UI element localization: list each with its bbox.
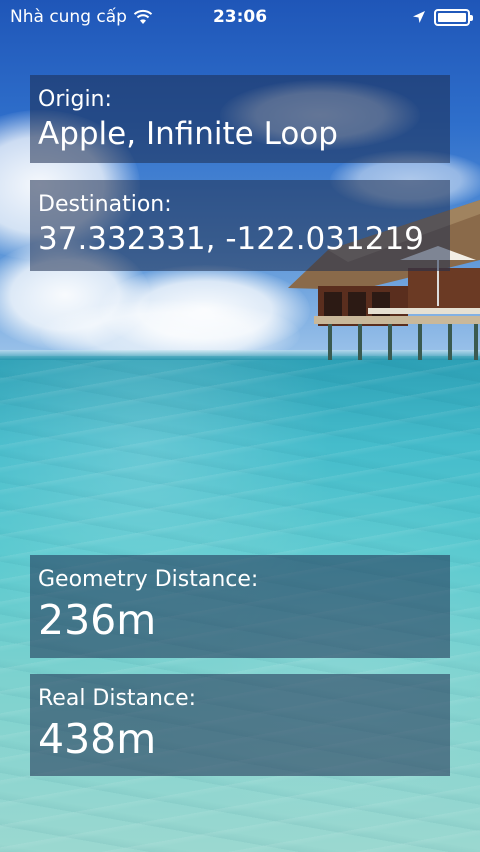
- status-right: [412, 8, 473, 26]
- status-bar: Nhà cung cấp 23:06: [0, 0, 480, 34]
- destination-label: Destination:: [38, 192, 172, 217]
- wifi-icon: [133, 9, 153, 24]
- geometry-distance-value: 236m: [38, 596, 157, 644]
- location-arrow-icon: [413, 11, 425, 23]
- origin-label: Origin:: [38, 87, 112, 112]
- destination-value: 37.332331, -122.031219: [38, 221, 424, 257]
- destination-panel: Destination: 37.332331, -122.031219: [30, 180, 450, 271]
- origin-value: Apple, Infinite Loop: [38, 116, 338, 152]
- real-distance-panel: Real Distance: 438m: [30, 674, 450, 776]
- real-distance-label: Real Distance:: [38, 686, 197, 711]
- geometry-distance-label: Geometry Distance:: [38, 567, 259, 592]
- battery-icon: [434, 8, 473, 26]
- geometry-distance-panel: Geometry Distance: 236m: [30, 555, 450, 658]
- origin-panel: Origin: Apple, Infinite Loop: [30, 75, 450, 163]
- battery-level: [438, 12, 466, 22]
- status-left: Nhà cung cấp: [10, 7, 153, 27]
- real-distance-value: 438m: [38, 715, 157, 763]
- carrier-name: Nhà cung cấp: [10, 7, 127, 27]
